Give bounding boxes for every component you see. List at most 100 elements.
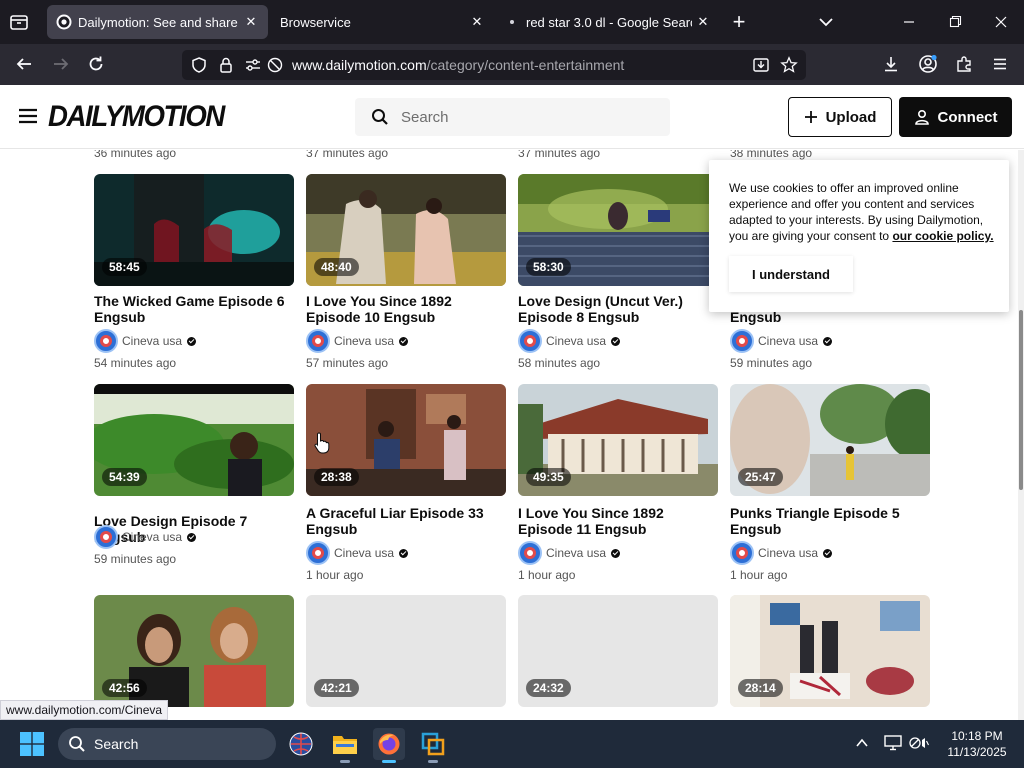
tab-google-search[interactable]: red star 3.0 dl - Google Search ✕ [496,5,720,39]
search-box[interactable] [355,98,670,136]
channel-row[interactable]: Cineva usa [306,329,409,353]
video-title[interactable]: A Graceful Liar Episode 33 Engsub [306,505,510,537]
upload-time: 37 minutes ago [306,150,389,160]
channel-row[interactable]: Cineva usa [518,329,621,353]
tab-list-icon[interactable] [8,11,30,33]
upload-time: 1 hour ago [306,568,364,582]
video-thumbnail[interactable]: 42:56 [94,595,294,707]
taskbar-clock[interactable]: 10:18 PM 11/13/2025 [940,728,1014,760]
bookmark-star-icon[interactable] [780,56,798,74]
video-title[interactable]: Love Design (Uncut Ver.) Episode 8 Engsu… [518,293,722,325]
channel-row[interactable]: Cineva usa [306,541,409,565]
channel-row[interactable]: Cineva usa [94,329,197,353]
channel-avatar[interactable] [94,329,118,353]
video-thumbnail[interactable]: 28:38 [306,384,506,496]
video-thumbnail[interactable]: 58:45 [94,174,294,286]
lock-icon[interactable] [217,56,235,74]
channel-name[interactable]: Cineva usa [546,334,606,348]
channel-name[interactable]: Cineva usa [334,334,394,348]
channel-row[interactable]: Cineva usa [730,329,833,353]
channel-name[interactable]: Cineva usa [122,334,182,348]
video-thumbnail[interactable]: 58:30 [518,174,718,286]
channel-name[interactable]: Cineva usa [758,546,818,560]
verified-icon [399,336,409,346]
permissions-icon[interactable] [244,56,262,74]
channel-name[interactable]: Cineva usa [122,530,182,544]
channel-avatar[interactable] [306,541,330,565]
channel-avatar[interactable] [730,329,754,353]
downloads-icon[interactable] [880,53,902,75]
chevron-down-icon[interactable] [815,11,837,33]
autoplay-blocked-icon[interactable] [266,56,284,74]
channel-avatar[interactable] [94,525,118,549]
verified-icon [823,548,833,558]
video-thumbnail[interactable]: 28:14 [730,595,930,707]
tab-browservice[interactable]: Browservice ✕ [270,5,494,39]
maximize-icon[interactable] [943,10,967,34]
video-thumbnail[interactable]: 49:35 [518,384,718,496]
close-tab-icon[interactable]: ✕ [466,11,488,33]
back-arrow-icon[interactable] [13,53,35,75]
close-window-icon[interactable] [989,10,1013,34]
connect-button[interactable]: Connect [899,97,1012,137]
channel-name[interactable]: Cineva usa [758,334,818,348]
upload-time: 1 hour ago [730,568,788,582]
taskbar-vmware[interactable] [417,728,449,763]
minimize-icon[interactable] [897,10,921,34]
menu-icon[interactable] [989,53,1011,75]
video-thumbnail[interactable]: 48:40 [306,174,506,286]
hamburger-menu-icon[interactable] [18,107,38,125]
address-bar[interactable]: www.dailymotion.com/category/content-ent… [182,50,806,80]
shield-icon[interactable] [190,56,208,74]
video-thumbnail[interactable]: 42:21 [306,595,506,707]
upload-time: 57 minutes ago [306,356,389,370]
channel-row[interactable]: Cineva usa [518,541,621,565]
forward-arrow-icon[interactable] [50,53,72,75]
scrollbar-thumb[interactable] [1019,310,1023,490]
new-tab-button[interactable]: + [728,9,750,34]
video-title[interactable]: I Love You Since 1892 Episode 10 Engsub [306,293,510,325]
channel-avatar[interactable] [306,329,330,353]
search-icon [372,109,388,125]
taskbar-file-explorer[interactable] [329,728,361,763]
video-title[interactable]: I Love You Since 1892 Episode 11 Engsub [518,505,722,537]
chevron-up-icon[interactable] [851,732,873,754]
display-icon[interactable] [882,732,904,754]
video-title[interactable]: Punks Triangle Episode 5 Engsub [730,505,934,537]
reload-icon[interactable] [85,53,107,75]
windows-start-icon[interactable] [20,732,44,756]
upload-button[interactable]: Upload [788,97,892,137]
channel-avatar[interactable] [730,541,754,565]
close-tab-icon[interactable]: ✕ [240,11,262,33]
page-scrollbar[interactable] [1018,150,1024,720]
video-thumbnail[interactable]: 25:47 [730,384,930,496]
channel-avatar[interactable] [518,541,542,565]
channel-avatar[interactable] [518,329,542,353]
upload-time: 59 minutes ago [730,356,813,370]
extensions-icon[interactable] [953,53,975,75]
cookie-policy-link[interactable]: our cookie policy. [892,229,993,243]
network-volume-icon[interactable] [908,732,930,754]
duration-badge: 54:39 [102,468,147,486]
channel-row[interactable]: Cineva usa [94,525,197,549]
search-input[interactable] [401,98,661,136]
dailymotion-logo[interactable]: DAILYMOTION [48,100,225,134]
close-tab-icon[interactable]: ✕ [692,11,714,33]
channel-row[interactable]: Cineva usa [730,541,833,565]
dailymotion-favicon-icon [56,14,72,30]
url-text[interactable]: www.dailymotion.com/category/content-ent… [292,57,624,73]
video-thumbnail[interactable]: 24:32 [518,595,718,707]
verified-icon [611,548,621,558]
duration-badge: 28:14 [738,679,783,697]
taskbar-search[interactable]: Search [58,728,276,760]
i-understand-button[interactable]: I understand [729,256,853,292]
account-icon[interactable] [917,53,939,75]
taskbar-firefox[interactable] [373,728,405,763]
video-thumbnail[interactable]: 54:39 [94,384,294,496]
tab-dailymotion[interactable]: Dailymotion: See and share the ✕ [47,5,268,39]
taskbar-globe-app[interactable] [285,728,317,760]
install-app-icon[interactable] [752,56,770,74]
channel-name[interactable]: Cineva usa [546,546,606,560]
channel-name[interactable]: Cineva usa [334,546,394,560]
video-title[interactable]: The Wicked Game Episode 6 Engsub [94,293,298,325]
